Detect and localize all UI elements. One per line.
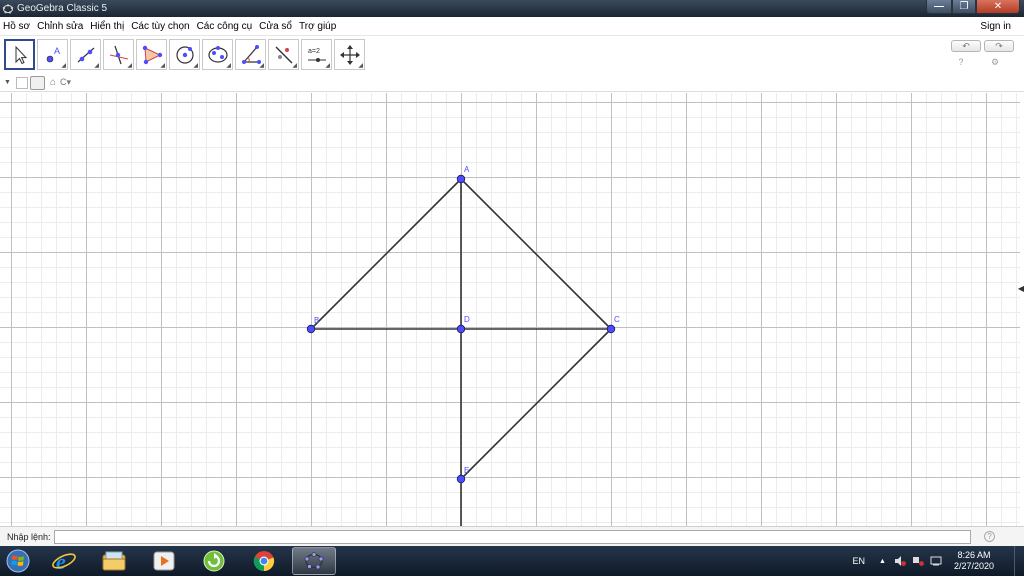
tool-dropdown-icon: ◢ — [160, 63, 165, 69]
menu-help[interactable]: Trợ giúp — [296, 21, 340, 32]
geogebra-logo-icon — [2, 3, 14, 14]
stylebar-collapse-icon[interactable]: ▼ — [4, 79, 11, 86]
reflect-tool[interactable]: ◢ — [268, 39, 299, 70]
point-label-b[interactable]: B — [314, 316, 319, 325]
sign-in-link[interactable]: Sign in — [980, 21, 1011, 32]
segment-ce[interactable] — [460, 328, 612, 480]
point-tool[interactable]: A ◢ — [37, 39, 68, 70]
circle-tool[interactable]: ◢ — [169, 39, 200, 70]
menu-bar: Hồ sơ Chỉnh sửa Hiển thị Các tùy chọn Cá… — [0, 17, 1024, 36]
point-label-c[interactable]: C — [614, 315, 620, 324]
tool-dropdown-icon: ◢ — [259, 63, 264, 69]
point-c[interactable] — [606, 324, 616, 334]
input-bar-label: Nhập lệnh: — [7, 531, 51, 542]
polygon-tool[interactable]: ◢ — [136, 39, 167, 70]
point-label-e[interactable]: E — [464, 466, 469, 475]
graphics-view[interactable]: A B C D E — [0, 93, 1020, 526]
point-b[interactable] — [306, 324, 316, 334]
volume-muted-icon[interactable] — [894, 555, 906, 567]
slider-tool[interactable]: a=2 ◢ — [301, 39, 332, 70]
tool-dropdown-icon: ◢ — [292, 63, 297, 69]
point-label-d[interactable]: D — [464, 315, 470, 324]
window-title: GeoGebra Classic 5 — [17, 3, 108, 14]
slider-tool-label: a=2 — [308, 48, 320, 55]
menu-tools[interactable]: Các công cụ — [194, 21, 257, 32]
angle-tool[interactable]: ◢ — [235, 39, 266, 70]
file-explorer-icon[interactable] — [92, 547, 136, 575]
tool-dropdown-icon: ◢ — [61, 63, 66, 69]
title-bar: GeoGebra Classic 5 — ❐ ✕ — [0, 0, 1024, 17]
segments — [310, 178, 612, 526]
point-tool-label: A — [54, 46, 60, 56]
toolbar: A ◢ ◢ ◢ ◢ ◢ ◢ ◢ ◢ a=2 ◢ ◢ ↶ ↷ ? ⚙ — [0, 36, 1024, 74]
ellipse-tool[interactable]: ◢ — [202, 39, 233, 70]
tool-dropdown-icon: ◢ — [127, 63, 132, 69]
segment-ac[interactable] — [460, 178, 612, 330]
input-help-icon[interactable]: ? — [984, 531, 995, 542]
point-label-a[interactable]: A — [464, 165, 470, 174]
maximize-button[interactable]: ❐ — [952, 0, 976, 14]
toolbar-extra-icons: ? ⚙ — [934, 56, 1002, 68]
system-clock[interactable]: 8:26 AM 2/27/2020 — [954, 550, 994, 572]
point-a[interactable] — [456, 174, 466, 184]
perpendicular-line-tool[interactable]: ◢ — [103, 39, 134, 70]
menu-window[interactable]: Cửa sổ — [256, 21, 296, 32]
action-center-icon[interactable] — [930, 555, 942, 567]
undo-button[interactable]: ↶ — [951, 40, 981, 52]
chevron-down-icon: ▾ — [66, 77, 72, 87]
cursor-arrow-icon — [15, 45, 27, 64]
home-view-icon[interactable]: ⌂ — [50, 77, 56, 88]
windows-taskbar: e EN ▲ 8:26 AM 2/27/2020 — [0, 546, 1024, 576]
point-labels: A B C D E — [314, 165, 620, 475]
clock-time: 8:26 AM — [957, 550, 991, 560]
geometry-canvas[interactable]: A B C D E — [0, 93, 1020, 526]
menu-options[interactable]: Các tùy chọn — [128, 21, 193, 32]
tool-dropdown-icon: ◢ — [193, 63, 198, 69]
side-panel-toggle-icon[interactable]: ◀ — [1018, 284, 1024, 293]
show-desktop-button[interactable] — [1014, 546, 1024, 576]
tool-dropdown-icon: ◢ — [358, 63, 363, 69]
tool-buttons: A ◢ ◢ ◢ ◢ ◢ ◢ ◢ ◢ a=2 ◢ ◢ — [4, 39, 367, 70]
network-error-icon[interactable] — [912, 555, 924, 567]
clock-date: 2/27/2020 — [953, 561, 994, 571]
media-player-icon[interactable] — [142, 547, 186, 575]
chrome-icon[interactable] — [242, 547, 286, 575]
show-grid-toggle[interactable] — [29, 75, 45, 90]
input-bar: Nhập lệnh: ? — [0, 526, 1024, 546]
tool-dropdown-icon: ◢ — [94, 63, 99, 69]
move-tool[interactable] — [4, 39, 35, 70]
windows-start-icon[interactable] — [0, 546, 36, 576]
point-e[interactable] — [456, 474, 466, 484]
green-app-icon[interactable] — [192, 547, 236, 575]
svg-text:e: e — [56, 549, 66, 573]
command-input[interactable] — [54, 530, 971, 544]
tool-dropdown-icon: ◢ — [226, 63, 231, 69]
point-capturing-dropdown[interactable]: C▾ — [60, 77, 71, 88]
segment-ab[interactable] — [310, 178, 462, 330]
language-indicator[interactable]: EN — [853, 556, 866, 566]
internet-explorer-icon[interactable]: e — [42, 547, 86, 575]
show-hidden-icons-icon[interactable]: ▲ — [879, 558, 886, 565]
geogebra-icon[interactable] — [292, 547, 336, 575]
settings-gear-icon[interactable]: ⚙ — [988, 56, 1002, 68]
menu-view[interactable]: Hiển thị — [87, 21, 128, 32]
window-controls: — ❐ ✕ — [926, 0, 1020, 14]
menu-file[interactable]: Hồ sơ — [0, 21, 34, 32]
help-icon[interactable]: ? — [954, 56, 968, 68]
tool-dropdown-icon: ◢ — [325, 63, 330, 69]
move-graphics-view-tool[interactable]: ◢ — [334, 39, 365, 70]
point-d[interactable] — [456, 324, 466, 334]
minimize-button[interactable]: — — [926, 0, 952, 14]
style-bar: ▼ ⌂ C▾ — [0, 74, 1024, 92]
system-tray: EN ▲ 8:26 AM 2/27/2020 — [853, 546, 1024, 576]
undo-redo-group: ↶ ↷ — [948, 40, 1014, 52]
line-tool[interactable]: ◢ — [70, 39, 101, 70]
redo-button[interactable]: ↷ — [984, 40, 1014, 52]
close-button[interactable]: ✕ — [976, 0, 1020, 14]
show-axes-toggle[interactable] — [15, 76, 28, 89]
geogebra-window: GeoGebra Classic 5 — ❐ ✕ Hồ sơ Chỉnh sửa… — [0, 0, 1024, 576]
menu-edit[interactable]: Chỉnh sửa — [34, 21, 87, 32]
